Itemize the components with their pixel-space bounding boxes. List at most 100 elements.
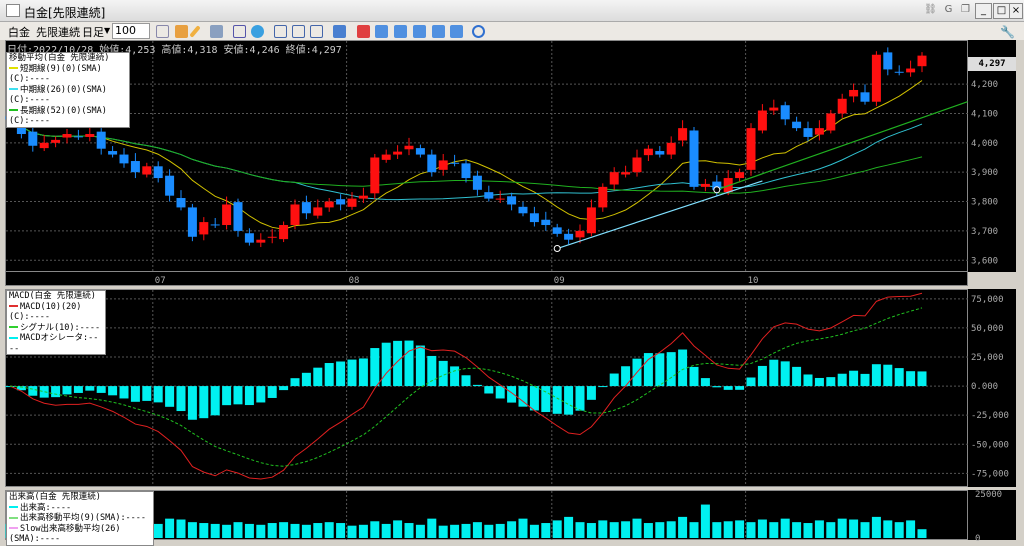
macd-oscillator-bar [826,377,836,387]
candle-body [130,161,140,173]
candle-body [427,154,437,173]
candle-body [153,166,163,179]
macd-oscillator-bar [803,374,813,387]
trendline-handle [553,245,561,253]
legend-item: シグナル(10):---- [9,323,103,334]
volume-bar [438,525,448,538]
volume-bar [233,522,243,538]
macd-oscillator-bar [358,358,368,387]
candle-body [598,186,608,208]
volume-bar [837,518,847,538]
macd-tick-label: -75,000 [971,469,1009,479]
candle-body [917,55,927,67]
legend-item: 短期線(9)(0)(SMA)(C):---- [9,64,127,85]
legend-label: 出来高移動平均(9)(SMA):---- [20,513,147,523]
candle-body [871,54,881,102]
volume-bar [757,519,767,538]
legend-swatch [9,326,18,328]
volume-bar [883,520,893,538]
candle-body [883,52,893,70]
candle-body [803,128,813,137]
candle-body [826,113,836,131]
candle-body [370,157,380,194]
legend-item: 出来高:---- [9,503,151,514]
macd-oscillator-bar [210,386,220,416]
volume-bar [507,521,517,538]
candle-body [142,166,152,175]
legend-label: Slow出来高移動平均(26)(SMA):---- [9,523,121,545]
volume-bar [336,523,346,538]
macd-oscillator-bar [165,386,175,407]
macd-oscillator-bar [746,377,756,387]
candle-body [564,233,574,240]
macd-oscillator-bar [564,386,574,415]
macd-tick-label: -50,000 [971,440,1009,450]
candle-body [119,154,129,164]
volume-bar [769,522,779,538]
candle-body [586,207,596,234]
volume-bar [655,522,665,538]
volume-bar [609,522,619,538]
candle-body [518,206,528,214]
macd-oscillator-bar [381,342,391,387]
volume-bar [358,524,368,538]
macd-oscillator-bar [176,386,186,412]
macd-oscillator-bar [609,373,619,387]
macd-oscillator-bar [187,386,197,420]
volume-bar [199,523,209,538]
candle-body [792,121,802,129]
macd-oscillator-bar [769,359,779,387]
legend-item: 長期線(52)(0)(SMA)(C):---- [9,106,127,127]
macd-oscillator-bar [712,386,722,388]
macd-oscillator-bar [119,386,129,399]
macd-oscillator-bar [85,386,95,391]
volume-bar [917,529,927,538]
volume-bar [666,521,676,538]
volume-bar [541,523,551,538]
legend-swatch [9,506,18,508]
macd-tick-label: 0.000 [971,382,998,392]
legend-label: 出来高:---- [20,502,72,513]
macd-oscillator-bar [598,386,608,388]
candle-body [347,198,357,207]
volume-bar [586,523,596,538]
macd-oscillator-bar [393,340,403,387]
volume-bar [814,520,824,538]
price-tick-label: 4,100 [971,109,998,119]
candle-body [267,236,277,238]
legend-item: MACDオシレータ:---- [9,333,103,354]
volume-bar [267,523,277,538]
volume-bar [256,524,266,538]
candle-body [336,199,346,205]
volume-bar [894,522,904,538]
candle-body [906,68,916,73]
macd-oscillator-bar [415,345,425,387]
candle-body [244,233,254,243]
macd-oscillator-bar [735,386,745,390]
candle-body [860,92,870,102]
macd-tick-label: 25,000 [971,353,1004,363]
volume-bar [381,523,391,538]
candle-body [609,172,619,185]
macd-legend: MACD(白金 先限連続) MACD(10)(20)(C):---- シグナル(1… [6,290,106,355]
legend-item: 出来高移動平均(9)(SMA):---- [9,513,151,524]
volume-bar [632,518,642,538]
date-label: 07 [155,276,166,286]
macd-oscillator-bar [427,355,437,387]
price-tick-label: 3,600 [971,256,998,266]
macd-oscillator-bar [757,365,767,387]
candle-body [165,175,175,196]
legend-label: MACD(10)(20)(C):---- [9,301,82,323]
candle-body [529,213,539,223]
candle-body [51,139,61,143]
volume-bar [427,518,437,538]
chart-canvas: 4,200 4,100 4,000 3,900 3,800 3,700 3,600 07 08 0… [5,41,1009,544]
candle-body [233,202,243,231]
macd-oscillator-bar [849,370,859,387]
macd-oscillator-bar [552,386,562,414]
macd-oscillator-bar [324,363,334,387]
macd-oscillator-bar [450,366,460,387]
macd-oscillator-bar [678,349,688,387]
legend-item: MACD(10)(20)(C):---- [9,302,103,323]
volume-bar [495,523,505,538]
